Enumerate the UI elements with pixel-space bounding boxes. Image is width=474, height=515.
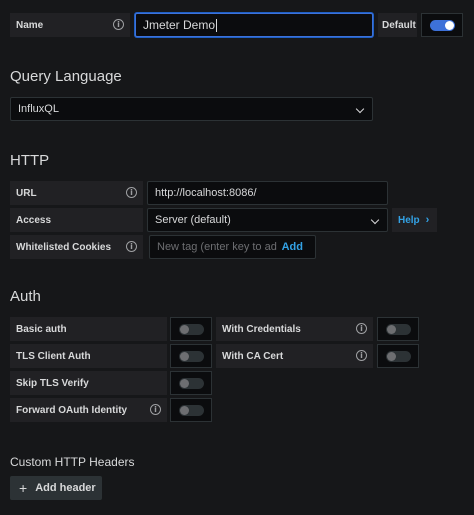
info-icon[interactable]: i (356, 350, 367, 361)
default-toggle[interactable] (430, 20, 455, 31)
with-credentials-text: With Credentials (222, 323, 301, 335)
text-cursor (216, 18, 218, 32)
access-label-text: Access (16, 214, 52, 226)
http-title: HTTP (10, 152, 50, 169)
add-cookie-button[interactable]: Add (282, 241, 303, 253)
tls-client-auth-toggle-box (170, 344, 212, 368)
forward-oauth-toggle[interactable] (179, 405, 204, 416)
forward-oauth-text: Forward OAuth Identity (16, 404, 128, 416)
with-credentials-label: With Credentials i (216, 317, 373, 341)
chevron-down-icon (370, 215, 380, 225)
tls-client-auth-label: TLS Client Auth (10, 344, 167, 368)
info-icon[interactable]: i (356, 323, 367, 334)
query-language-value: InfluxQL (18, 103, 59, 115)
name-input[interactable]: Jmeter Demo (135, 13, 373, 37)
forward-oauth-toggle-box (170, 398, 212, 422)
url-label-text: URL (16, 187, 37, 199)
add-header-label: Add header (35, 482, 96, 494)
info-icon[interactable]: i (126, 187, 137, 198)
with-ca-cert-toggle[interactable] (386, 351, 411, 362)
name-label: Name i (10, 13, 130, 37)
whitelisted-cookies-label-text: Whitelisted Cookies (16, 241, 112, 253)
plus-icon: + (19, 480, 28, 496)
skip-tls-verify-toggle[interactable] (179, 378, 204, 389)
toggle-knob (180, 379, 189, 388)
forward-oauth-label: Forward OAuth Identity i (10, 398, 167, 422)
chevron-right-icon: › (425, 214, 430, 226)
default-label-text: Default (382, 19, 416, 31)
name-label-text: Name (16, 19, 44, 31)
custom-headers-title: Custom HTTP Headers (10, 455, 135, 469)
access-select[interactable]: Server (default) (147, 208, 388, 232)
skip-tls-verify-label: Skip TLS Verify (10, 371, 167, 395)
tls-client-auth-text: TLS Client Auth (16, 350, 91, 362)
url-input[interactable]: http://localhost:8086/ (147, 181, 388, 205)
query-language-select[interactable]: InfluxQL (10, 97, 373, 121)
cookies-tag-input[interactable]: New tag (enter key to add) Add (149, 235, 316, 259)
toggle-knob (387, 352, 396, 361)
basic-auth-toggle-box (170, 317, 212, 341)
toggle-knob (180, 325, 189, 334)
add-header-button[interactable]: + Add header (10, 476, 102, 500)
access-label: Access (10, 208, 143, 232)
name-input-value: Jmeter Demo (143, 18, 216, 32)
with-ca-cert-toggle-box (377, 344, 419, 368)
basic-auth-text: Basic auth (16, 323, 67, 335)
basic-auth-label: Basic auth (10, 317, 167, 341)
toggle-knob (445, 21, 454, 30)
with-ca-cert-label: With CA Cert i (216, 344, 373, 368)
default-label: Default (378, 13, 417, 37)
auth-title: Auth (10, 288, 41, 305)
skip-tls-verify-toggle-box (170, 371, 212, 395)
toggle-knob (387, 325, 396, 334)
with-credentials-toggle-box (377, 317, 419, 341)
default-toggle-box (421, 13, 463, 37)
help-label: Help (398, 214, 420, 226)
url-value: http://localhost:8086/ (155, 187, 257, 199)
cookies-placeholder: New tag (enter key to add) (157, 241, 277, 253)
info-icon[interactable]: i (113, 19, 124, 30)
toggle-knob (180, 406, 189, 415)
info-icon[interactable]: i (150, 404, 161, 415)
query-language-title: Query Language (10, 68, 122, 85)
with-credentials-toggle[interactable] (386, 324, 411, 335)
skip-tls-verify-text: Skip TLS Verify (16, 377, 89, 389)
chevron-down-icon (355, 104, 365, 114)
basic-auth-toggle[interactable] (179, 324, 204, 335)
whitelisted-cookies-label: Whitelisted Cookies i (10, 235, 143, 259)
with-ca-cert-text: With CA Cert (222, 350, 284, 362)
toggle-knob (180, 352, 189, 361)
url-label: URL i (10, 181, 143, 205)
access-value: Server (default) (155, 214, 231, 226)
tls-client-auth-toggle[interactable] (179, 351, 204, 362)
help-button[interactable]: Help › (392, 208, 437, 232)
info-icon[interactable]: i (126, 241, 137, 252)
